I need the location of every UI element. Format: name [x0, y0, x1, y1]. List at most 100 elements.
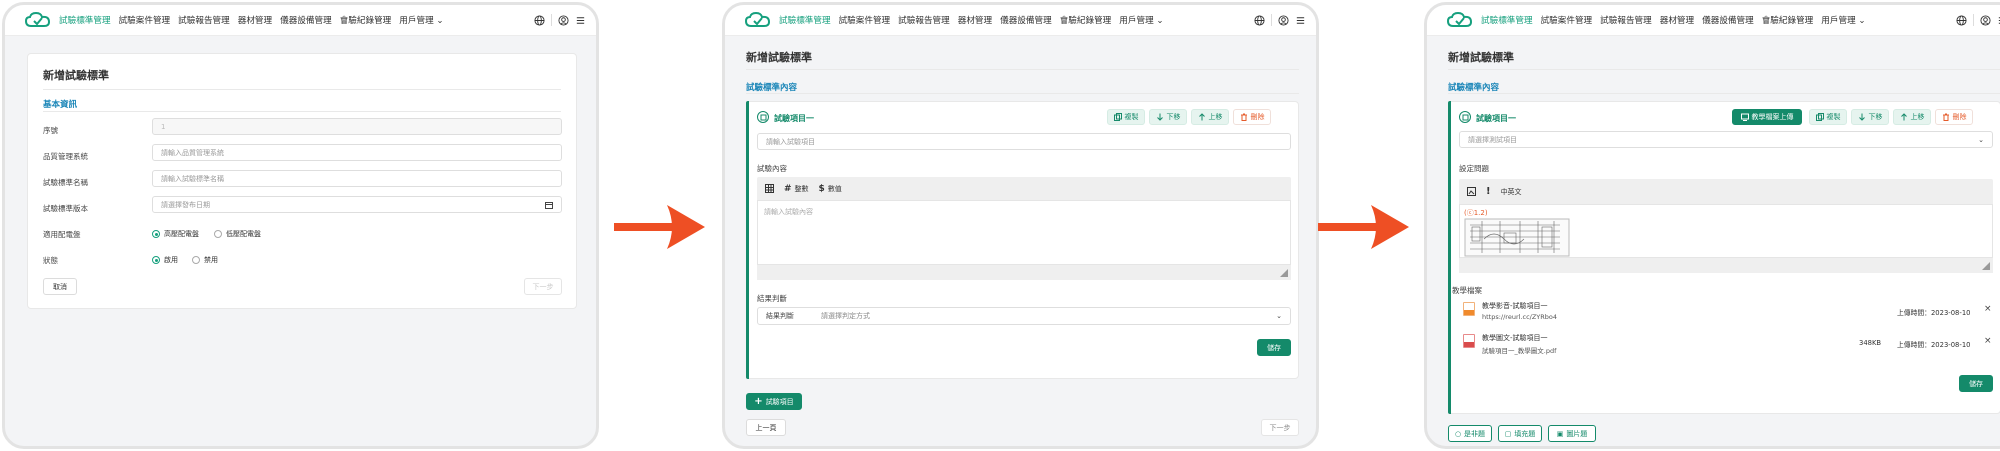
- resize-handle-icon[interactable]: [1982, 262, 1990, 270]
- radio-enabled[interactable]: 啟用: [152, 255, 178, 265]
- app-logo[interactable]: [1447, 12, 1473, 28]
- chevron-down-icon: ⌄: [1978, 135, 1984, 144]
- nav-instruments[interactable]: 儀器設備管理: [1000, 14, 1052, 26]
- globe-icon[interactable]: [534, 14, 545, 26]
- prev-button[interactable]: 上一頁: [746, 419, 786, 436]
- editor-toolbar: # 整數 $ 數值: [757, 177, 1291, 200]
- move-down-button[interactable]: 下移: [1851, 109, 1889, 125]
- image-question-button[interactable]: ▣ 圖片題: [1548, 425, 1596, 442]
- upload-icon: [1740, 113, 1749, 121]
- schematic-image: [1464, 218, 1570, 257]
- content-textarea[interactable]: 請輸入試驗內容: [757, 200, 1291, 265]
- language-tool[interactable]: 中英文: [1501, 187, 1522, 197]
- hash-icon: #: [784, 183, 792, 194]
- copy-button[interactable]: 複製: [1809, 109, 1847, 125]
- globe-icon[interactable]: [1254, 14, 1265, 26]
- nav-instruments[interactable]: 儀器設備管理: [1702, 14, 1754, 26]
- alert-icon[interactable]: !: [1486, 186, 1491, 197]
- delete-button[interactable]: 刪除: [1935, 109, 1973, 125]
- serial-field: 1: [152, 118, 562, 135]
- menu-icon[interactable]: [575, 15, 586, 26]
- save-button[interactable]: 儲存: [1959, 375, 1993, 392]
- move-up-button[interactable]: 上移: [1893, 109, 1931, 125]
- image-icon[interactable]: [1467, 187, 1476, 196]
- next-button[interactable]: 下一步: [1261, 419, 1299, 436]
- resize-handle-icon[interactable]: [1280, 269, 1288, 277]
- top-nav: 試驗標準管理 試驗案件管理 試驗報告管理 器材管理 儀器設備管理 會驗紀錄管理 …: [5, 5, 596, 36]
- nav-reports[interactable]: 試驗報告管理: [1600, 14, 1652, 26]
- add-test-item-button[interactable]: + 試驗項目: [746, 393, 802, 410]
- app-logo[interactable]: [745, 12, 771, 28]
- file-item-pdf[interactable]: 教學圖文-試驗項目一 試驗項目一_教學圖文.pdf: [1482, 333, 1556, 355]
- top-nav: 試驗標準管理 試驗案件管理 試驗報告管理 器材管理 儀器設備管理 會驗紀錄管理 …: [1427, 5, 2000, 36]
- file-item-video[interactable]: 教學影音-試驗項目一 https://reurl.cc/ZYRbo4: [1482, 301, 1557, 321]
- nav-standards[interactable]: 試驗標準管理: [779, 14, 831, 26]
- nav-cases[interactable]: 試驗案件管理: [119, 14, 171, 26]
- test-item-card: 試驗項目一 複製 下移 上移 刪除 請輸入試驗項目 試驗內容 # 整數 $ 數值 請…: [746, 101, 1299, 379]
- trash-icon: [1942, 113, 1949, 121]
- cancel-button[interactable]: 取消: [43, 278, 77, 295]
- radio-low-voltage[interactable]: 低壓配電盤: [214, 229, 261, 239]
- menu-icon[interactable]: [1295, 15, 1306, 26]
- nav-reports[interactable]: 試驗報告管理: [178, 14, 230, 26]
- test-item-select[interactable]: 請選擇測試項目 ⌄: [1459, 131, 1993, 148]
- copy-button[interactable]: 複製: [1107, 109, 1145, 125]
- screen-teaching-files: 試驗標準管理 試驗案件管理 試驗報告管理 器材管理 儀器設備管理 會驗紀錄管理 …: [1424, 2, 2000, 449]
- table-icon[interactable]: [765, 184, 774, 193]
- number-tool[interactable]: $ 數值: [819, 184, 842, 194]
- calendar-icon[interactable]: [545, 201, 553, 209]
- move-down-button[interactable]: 下移: [1149, 109, 1187, 125]
- page-title: 新增試驗標準: [746, 51, 812, 64]
- radio-high-voltage[interactable]: 高壓配電盤: [152, 229, 199, 239]
- nav-inspections[interactable]: 會驗紀錄管理: [1060, 14, 1112, 26]
- radio-disabled[interactable]: 禁用: [192, 255, 218, 265]
- circle-icon: ○: [1454, 429, 1462, 438]
- user-icon[interactable]: [1278, 14, 1289, 26]
- fill-blank-question-button[interactable]: ▢ 填充題: [1498, 425, 1542, 442]
- nav-inspections[interactable]: 會驗紀錄管理: [340, 14, 392, 26]
- copy-icon: [1815, 113, 1824, 121]
- nav-reports[interactable]: 試驗報告管理: [898, 14, 950, 26]
- user-icon[interactable]: [558, 14, 569, 26]
- remove-file-icon[interactable]: ×: [1984, 304, 1992, 314]
- nav-users[interactable]: 用戶管理 ⌄: [1821, 14, 1865, 26]
- arrow-down-icon: [1858, 113, 1865, 121]
- test-item-input[interactable]: 請輸入試驗項目: [757, 133, 1291, 150]
- nav-equipment[interactable]: 器材管理: [238, 14, 272, 26]
- nav-standards[interactable]: 試驗標準管理: [59, 14, 111, 26]
- file-upload-time: 上傳時間：2023-08-10: [1897, 341, 1971, 349]
- app-logo[interactable]: [25, 12, 51, 28]
- chevron-down-icon: ⌄: [436, 16, 444, 26]
- nav-cases[interactable]: 試驗案件管理: [839, 14, 891, 26]
- qms-input[interactable]: 請輸入品質管理系統: [152, 144, 562, 161]
- standard-name-input[interactable]: 請輸入試驗標準名稱: [152, 170, 562, 187]
- version-date-input[interactable]: 請選擇發布日期: [152, 196, 562, 213]
- nav-equipment[interactable]: 器材管理: [958, 14, 992, 26]
- integer-tool[interactable]: # 整數: [784, 184, 809, 194]
- true-false-question-button[interactable]: ○ 是非題: [1448, 425, 1492, 442]
- result-select[interactable]: 結果判斷 請選擇判定方式 ⌄: [757, 307, 1291, 325]
- globe-icon[interactable]: [1956, 14, 1967, 26]
- move-up-button[interactable]: 上移: [1191, 109, 1229, 125]
- chevron-down-icon: ⌄: [1276, 312, 1282, 320]
- remove-file-icon[interactable]: ×: [1984, 336, 1992, 346]
- upload-teaching-file-button[interactable]: 教學檔案上傳: [1732, 109, 1802, 125]
- qms-label: 品質管理系統: [43, 152, 88, 161]
- chevron-down-icon: ⌄: [1858, 16, 1866, 26]
- nav-equipment[interactable]: 器材管理: [1660, 14, 1694, 26]
- arrow-up-icon: [1900, 113, 1907, 121]
- nav-cases[interactable]: 試驗案件管理: [1541, 14, 1593, 26]
- screen-basic-info: 試驗標準管理 試驗案件管理 試驗報告管理 器材管理 儀器設備管理 會驗紀錄管理 …: [2, 2, 599, 449]
- nav-standards[interactable]: 試驗標準管理: [1481, 14, 1533, 26]
- nav-inspections[interactable]: 會驗紀錄管理: [1762, 14, 1814, 26]
- delete-button[interactable]: 刪除: [1233, 109, 1271, 125]
- user-icon[interactable]: [1980, 14, 1991, 26]
- chevron-down-icon: ⌄: [1156, 16, 1164, 26]
- save-button[interactable]: 儲存: [1257, 339, 1291, 356]
- next-button[interactable]: 下一步: [524, 278, 562, 295]
- nav-users[interactable]: 用戶管理 ⌄: [399, 14, 443, 26]
- nav-users[interactable]: 用戶管理 ⌄: [1119, 14, 1163, 26]
- question-editor[interactable]: (ⓒ1.2): [1459, 204, 1993, 258]
- nav-instruments[interactable]: 儀器設備管理: [280, 14, 332, 26]
- screen-test-items: 試驗標準管理 試驗案件管理 試驗報告管理 器材管理 儀器設備管理 會驗紀錄管理 …: [722, 2, 1319, 449]
